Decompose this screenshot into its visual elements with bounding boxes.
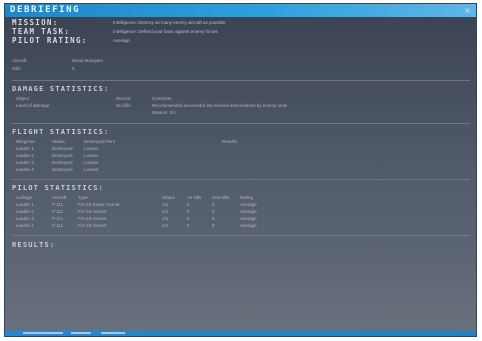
- table-cell: 1/1: [162, 223, 169, 228]
- debriefing-content: MISSION: Intelligence: Destroy as many e…: [12, 19, 472, 331]
- pilot-col-aircraft: Aircraft: [52, 195, 67, 200]
- damage-statistics-title: DAMAGE STATISTICS:: [12, 85, 110, 93]
- table-cell: F/A-18 Super Hornet: [78, 202, 120, 207]
- table-cell: 0: [187, 216, 190, 221]
- damage-row2-comment: Mission: 0/1: [152, 110, 177, 115]
- table-cell: Average: [240, 216, 257, 221]
- table-cell: F-111: [52, 209, 64, 214]
- kills-value: 0: [72, 66, 75, 71]
- damage-col-object: Object: [16, 96, 30, 101]
- table-cell: Destroyed: [52, 167, 73, 172]
- table-row: Leader 1: [16, 202, 34, 207]
- kills-label: Kills:: [12, 66, 22, 71]
- table-cell: F/A-18 Hornet: [78, 216, 107, 221]
- damage-row-record: No kills: [116, 103, 131, 108]
- table-cell: Losses: [84, 160, 99, 165]
- table-cell: Average: [240, 223, 257, 228]
- pilot-col-gnd-kills: Gnd kills: [212, 195, 230, 200]
- table-cell: 0: [187, 202, 190, 207]
- flight-col-results: Results: [222, 139, 238, 144]
- mission-value: Intelligence: Destroy as many enemy airc…: [113, 20, 226, 25]
- table-cell: 1/1: [162, 202, 169, 207]
- flight-col-wingman: Wingman: [16, 139, 36, 144]
- flight-col-status: Status: [52, 139, 65, 144]
- bottom-button[interactable]: [101, 332, 125, 334]
- table-cell: F-111: [52, 202, 64, 207]
- bottom-button[interactable]: [71, 332, 91, 334]
- table-cell: 0: [212, 202, 215, 207]
- flight-col-destroyed: Destroyed Pers: [84, 139, 116, 144]
- table-cell: 1/1: [162, 209, 169, 214]
- window-title: DEBRIEFING: [10, 5, 81, 15]
- table-cell: F/A-18 Hornet: [78, 209, 107, 214]
- damage-row-object: Level of damage: [16, 103, 50, 108]
- divider: [12, 80, 470, 81]
- flight-statistics-title: FLIGHT STATISTICS:: [12, 128, 110, 136]
- damage-col-record: Record: [116, 96, 131, 101]
- mission-row: MISSION: Intelligence: Destroy as many e…: [12, 19, 472, 27]
- table-cell: Destroyed: [52, 153, 73, 158]
- pilot-col-status: Status: [162, 195, 175, 200]
- pilot-rating-value: Average: [113, 38, 130, 43]
- divider: [12, 123, 470, 124]
- damage-col-comment: Comment: [152, 96, 172, 101]
- table-cell: Losses: [84, 146, 99, 151]
- pilot-rating-label: PILOT RATING:: [12, 36, 88, 45]
- table-row: Leader 3: [16, 216, 34, 221]
- table-cell: F/A-18 Hornet: [78, 223, 107, 228]
- table-cell: F-111: [52, 223, 64, 228]
- table-row: Leader 3: [16, 160, 34, 165]
- pilot-col-air-kills: Air kills: [187, 195, 202, 200]
- table-cell: 0: [187, 209, 190, 214]
- damage-row-comment: Recommended successful: No serious inter…: [152, 103, 288, 108]
- team-task-value: Intelligence: Defend your base against e…: [113, 29, 218, 34]
- table-cell: 0: [212, 209, 215, 214]
- pilot-col-type: Type: [78, 195, 88, 200]
- table-row: Leader 4: [16, 223, 34, 228]
- table-cell: Destroyed: [52, 146, 73, 151]
- team-task-label: TEAM TASK:: [12, 27, 71, 36]
- table-cell: 0: [187, 223, 190, 228]
- table-row: Leader 2: [16, 209, 34, 214]
- table-cell: Average: [240, 202, 257, 207]
- pilot-col-rating: Rating: [240, 195, 254, 200]
- divider: [12, 235, 470, 236]
- aircraft-value: Naval Mosquito: [72, 58, 104, 63]
- table-cell: 0: [212, 223, 215, 228]
- close-icon[interactable]: ×: [463, 6, 472, 15]
- table-cell: 0: [212, 216, 215, 221]
- team-task-row: TEAM TASK: Intelligence: Defend your bas…: [12, 28, 472, 36]
- aircraft-label: Aircraft:: [12, 58, 28, 63]
- pilot-statistics-title: PILOT STATISTICS:: [12, 184, 105, 192]
- bottom-button[interactable]: [23, 332, 63, 334]
- mission-label: MISSION:: [12, 18, 59, 27]
- table-cell: Losses: [84, 167, 99, 172]
- pilot-col-callsign: Callsign: [16, 195, 33, 200]
- table-row: Leader 2: [16, 153, 34, 158]
- table-row: Leader 4: [16, 167, 34, 172]
- table-cell: Average: [240, 209, 257, 214]
- table-cell: 1/1: [162, 216, 169, 221]
- pilot-rating-row: PILOT RATING: Average: [12, 37, 472, 45]
- debriefing-window: DEBRIEFING × MISSION: Intelligence: Dest…: [4, 3, 477, 337]
- table-row: Leader 1: [16, 146, 34, 151]
- results-title: RESULTS:: [12, 241, 56, 249]
- table-cell: Losses: [84, 153, 99, 158]
- table-cell: Destroyed: [52, 160, 73, 165]
- titlebar: DEBRIEFING ×: [5, 4, 476, 17]
- divider: [12, 179, 470, 180]
- screen: DEBRIEFING × MISSION: Intelligence: Dest…: [0, 0, 482, 341]
- table-cell: F-111: [52, 216, 64, 221]
